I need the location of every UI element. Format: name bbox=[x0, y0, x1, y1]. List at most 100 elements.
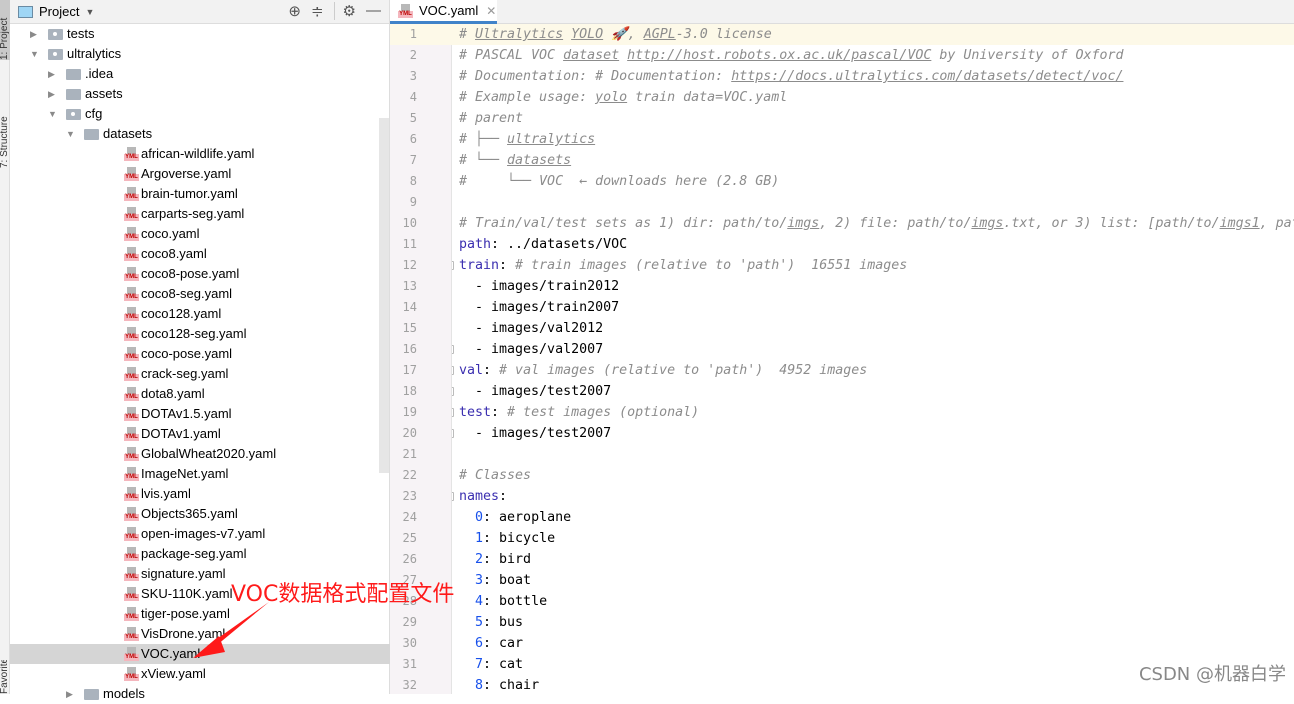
code-line: 4: bottle bbox=[452, 591, 1294, 612]
tree-item-label: coco8.yaml bbox=[141, 246, 207, 261]
code-token: # val images (relative to 'path') 4952 i… bbox=[499, 363, 868, 378]
expand-arrow-icon[interactable]: ▼ bbox=[66, 124, 76, 144]
tree-item[interactable]: YML ImageNet.yaml bbox=[10, 464, 390, 484]
code-token: : boat bbox=[483, 573, 532, 588]
code-token: # Documentation: # Documentation: bbox=[459, 69, 732, 84]
tree-item[interactable]: YML lvis.yaml bbox=[10, 484, 390, 504]
tree-item[interactable]: ▼ ultralytics bbox=[10, 44, 390, 64]
yaml-file-icon: YML bbox=[124, 247, 139, 261]
code-line: test: # test images (optional) bbox=[452, 402, 1294, 423]
tree-item[interactable]: ▶ assets bbox=[10, 84, 390, 104]
collapse-arrow-icon[interactable]: ▶ bbox=[48, 64, 58, 84]
expand-arrow-icon[interactable]: ▼ bbox=[30, 44, 40, 64]
code-token: datasets bbox=[507, 153, 572, 168]
fold-marker-icon[interactable] bbox=[452, 387, 454, 396]
collapse-arrow-icon[interactable]: ▶ bbox=[66, 684, 76, 704]
code-token: 7 bbox=[475, 657, 484, 672]
project-view-selector[interactable]: Project bbox=[39, 4, 79, 19]
folder-icon bbox=[66, 69, 81, 80]
code-token: 8 bbox=[475, 678, 484, 693]
code-line: - images/val2007 bbox=[452, 339, 1294, 360]
line-number: 26 bbox=[402, 552, 417, 566]
yaml-file-icon: YML bbox=[124, 587, 139, 601]
tree-item[interactable]: YML coco8.yaml bbox=[10, 244, 390, 264]
code-editor[interactable]: # Ultralytics YOLO 🚀, AGPL-3.0 license # … bbox=[452, 24, 1294, 694]
tree-item[interactable]: YML coco-pose.yaml bbox=[10, 344, 390, 364]
collapse-arrow-icon[interactable]: ▶ bbox=[30, 24, 40, 44]
code-line: # Train/val/test sets as 1) dir: path/to… bbox=[452, 213, 1294, 234]
line-number: 1 bbox=[390, 24, 452, 45]
locate-icon[interactable]: ⊕ bbox=[288, 2, 301, 20]
line-number: 10 bbox=[402, 216, 417, 230]
watermark: CSDN @机器白学 bbox=[1138, 664, 1286, 685]
code-token: .txt, or 3) list: [path/to/ bbox=[1003, 216, 1220, 231]
tree-scrollbar[interactable] bbox=[379, 118, 389, 473]
code-token: Ultralytics bbox=[475, 27, 564, 42]
fold-marker-icon[interactable] bbox=[452, 429, 454, 438]
line-number: 31 bbox=[402, 657, 417, 671]
editor-tabs: YML VOC.yaml ✕ bbox=[390, 0, 1294, 24]
fold-marker-icon[interactable] bbox=[452, 408, 454, 417]
yaml-file-icon: YML bbox=[124, 627, 139, 641]
fold-marker-icon[interactable] bbox=[452, 366, 454, 375]
favorites-tool-tab[interactable]: Favorites bbox=[0, 660, 10, 694]
tree-item[interactable]: YML brain-tumor.yaml bbox=[10, 184, 390, 204]
tree-item[interactable]: ▼ datasets bbox=[10, 124, 390, 144]
tree-item[interactable]: YML package-seg.yaml bbox=[10, 544, 390, 564]
code-token: # train images (relative to 'path') 1655… bbox=[515, 258, 908, 273]
tree-item[interactable]: ▶ tests bbox=[10, 24, 390, 44]
yaml-file-icon: YML bbox=[124, 447, 139, 461]
structure-tool-tab[interactable]: 7: Structure bbox=[0, 88, 10, 168]
code-line: 2: bird bbox=[452, 549, 1294, 570]
project-tool-tab[interactable]: 1: Project bbox=[0, 0, 10, 60]
code-token: ultralytics bbox=[507, 132, 596, 147]
fold-marker-icon[interactable] bbox=[452, 261, 454, 270]
tree-item[interactable]: YML GlobalWheat2020.yaml bbox=[10, 444, 390, 464]
code-link[interactable]: http://host.robots.ox.ac.uk/pascal/VOC bbox=[627, 48, 931, 63]
code-token: test bbox=[459, 405, 492, 420]
tree-item[interactable]: YML carparts-seg.yaml bbox=[10, 204, 390, 224]
tree-item[interactable]: YML coco8-seg.yaml bbox=[10, 284, 390, 304]
tree-item[interactable]: YML coco8-pose.yaml bbox=[10, 264, 390, 284]
chevron-down-icon[interactable]: ▼ bbox=[85, 7, 94, 17]
code-token: imgs bbox=[787, 216, 820, 231]
tree-item[interactable]: YML Objects365.yaml bbox=[10, 504, 390, 524]
code-token: # Example usage: bbox=[459, 90, 596, 105]
code-token: 6 bbox=[475, 636, 484, 651]
tree-item[interactable]: ▶ .idea bbox=[10, 64, 390, 84]
code-token: YOLO bbox=[571, 27, 604, 42]
minimize-icon[interactable]: — bbox=[366, 2, 381, 20]
code-token: , 2) file: path/to/ bbox=[819, 216, 972, 231]
line-number: 16 bbox=[402, 342, 417, 356]
tree-item[interactable]: YML coco128.yaml bbox=[10, 304, 390, 324]
code-line: # ├── ultralytics bbox=[452, 129, 1294, 150]
tree-item[interactable]: YML Argoverse.yaml bbox=[10, 164, 390, 184]
code-token: # parent bbox=[459, 111, 524, 126]
gear-icon[interactable]: ⚙ bbox=[333, 2, 356, 20]
code-line: train: # train images (relative to 'path… bbox=[452, 255, 1294, 276]
close-icon[interactable]: ✕ bbox=[486, 4, 496, 18]
tree-item[interactable]: YML DOTAv1.5.yaml bbox=[10, 404, 390, 424]
tree-item[interactable]: YML open-images-v7.yaml bbox=[10, 524, 390, 544]
collapse-arrow-icon[interactable]: ▶ bbox=[48, 84, 58, 104]
tab-voc-yaml[interactable]: YML VOC.yaml ✕ bbox=[390, 0, 497, 24]
tree-item-label: package-seg.yaml bbox=[141, 546, 247, 561]
tree-item[interactable]: YML DOTAv1.yaml bbox=[10, 424, 390, 444]
fold-marker-icon[interactable] bbox=[452, 492, 454, 501]
tree-item[interactable]: YML dota8.yaml bbox=[10, 384, 390, 404]
code-link[interactable]: https://docs.ultralytics.com/datasets/de… bbox=[731, 69, 1123, 84]
fold-marker-icon[interactable] bbox=[452, 345, 454, 354]
tree-item[interactable]: YML coco.yaml bbox=[10, 224, 390, 244]
tree-item[interactable]: YML xView.yaml bbox=[10, 664, 390, 684]
collapse-all-icon[interactable]: ≑ bbox=[311, 2, 324, 20]
line-number: 17 bbox=[402, 363, 417, 377]
tree-item[interactable]: YML african-wildlife.yaml bbox=[10, 144, 390, 164]
code-token: : ../datasets/VOC bbox=[491, 237, 628, 252]
tree-item[interactable]: YML crack-seg.yaml bbox=[10, 364, 390, 384]
tree-item-label: Objects365.yaml bbox=[141, 506, 238, 521]
tree-item[interactable]: ▼ cfg bbox=[10, 104, 390, 124]
tree-item[interactable]: YML coco128-seg.yaml bbox=[10, 324, 390, 344]
expand-arrow-icon[interactable]: ▼ bbox=[48, 104, 58, 124]
tree-item[interactable]: ▶ models bbox=[10, 684, 390, 704]
